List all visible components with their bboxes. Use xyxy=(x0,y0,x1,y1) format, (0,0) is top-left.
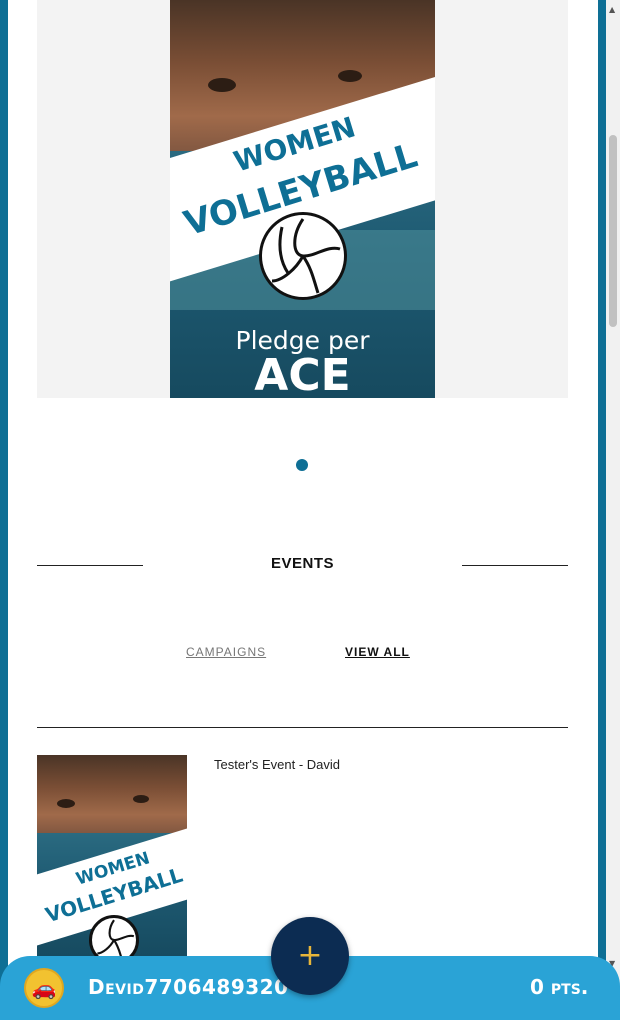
plus-icon: + xyxy=(297,938,323,973)
poster-eye xyxy=(133,795,149,803)
scroll-thumb[interactable] xyxy=(609,135,617,327)
event-thumbnail[interactable]: WOMEN VOLLEYBALL xyxy=(37,755,187,960)
campaigns-link[interactable]: CAMPAIGNS xyxy=(186,645,266,659)
event-title[interactable]: Tester's Event - David xyxy=(214,757,340,772)
events-heading: EVENTS xyxy=(270,555,334,572)
poster-eye xyxy=(338,70,362,82)
poster-eye xyxy=(208,78,236,92)
banner-poster-image[interactable]: WOMEN VOLLEYBALL Pledge per ACE xyxy=(170,0,435,398)
events-heading-rule-left xyxy=(37,565,143,566)
carousel-dot-active[interactable] xyxy=(296,459,308,471)
events-divider xyxy=(37,727,568,728)
poster-eye xyxy=(57,799,75,808)
frame-left-border xyxy=(0,0,8,1020)
frame-right-border xyxy=(598,0,606,1020)
volleyball-icon xyxy=(89,915,139,960)
volleyball-icon xyxy=(259,212,347,300)
add-button[interactable]: + xyxy=(271,917,349,995)
points-balance: 0 pts. xyxy=(530,975,589,999)
view-all-link[interactable]: VIEW ALL xyxy=(345,645,410,659)
car-icon[interactable]: 🚗 xyxy=(24,968,64,1008)
poster-ace-text: ACE xyxy=(254,350,351,398)
events-heading-rule-right xyxy=(462,565,568,566)
scrollbar[interactable]: ▲ ▼ xyxy=(606,0,620,1020)
username: Devid7706489320 xyxy=(88,975,289,999)
scroll-up-arrow-icon[interactable]: ▲ xyxy=(609,6,615,14)
